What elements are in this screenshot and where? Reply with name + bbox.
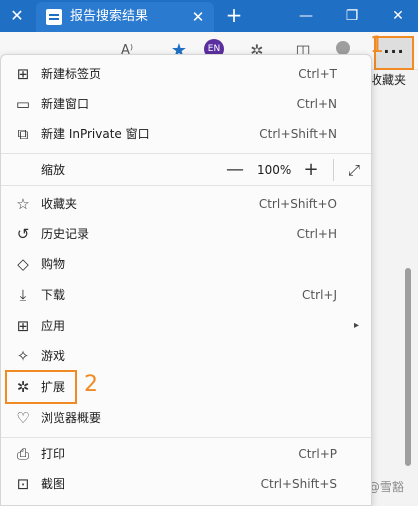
fullscreen-icon[interactable]: ⤢ <box>343 159 365 181</box>
page-content <box>372 90 418 506</box>
menu-shortcut: Ctrl+T <box>298 67 337 81</box>
menu-item-history[interactable]: ↺ 历史记录 Ctrl+H <box>1 219 371 249</box>
menu-divider <box>1 437 371 438</box>
title-bar: ✕ 报告搜索结果 ✕ + — ❐ ✕ <box>0 0 418 32</box>
new-window-icon: ▭ <box>15 95 31 113</box>
menu-item-print[interactable]: ⎙ 打印 Ctrl+P <box>1 439 371 469</box>
menu-label: 历史记录 <box>41 227 90 241</box>
tab-close-icon[interactable]: ✕ <box>188 7 208 27</box>
menu-label: 浏览器概要 <box>41 411 102 425</box>
zoom-out-button[interactable]: — <box>223 158 247 182</box>
menu-shortcut: Ctrl+Shift+N <box>259 127 337 141</box>
menu-item-games[interactable]: ✧ 游戏 <box>1 341 371 371</box>
new-tab-icon: ⊞ <box>16 65 30 83</box>
annotation-number-2: 2 <box>84 372 98 397</box>
menu-item-new-tab[interactable]: ⊞ 新建标签页 Ctrl+T <box>1 59 371 89</box>
zoom-label: 缩放 <box>41 163 66 177</box>
report-favicon-icon <box>46 9 62 25</box>
settings-menu: ⊞ 新建标签页 Ctrl+T ▭ 新建窗口 Ctrl+N ⧉ 新建 InPriv… <box>0 54 372 506</box>
menu-label: 下载 <box>41 288 66 302</box>
menu-shortcut: Ctrl+J <box>302 288 337 302</box>
tab-title: 报告搜索结果 <box>70 9 149 24</box>
menu-divider <box>1 185 371 186</box>
menu-divider <box>1 153 371 154</box>
zoom-value: 100% <box>257 163 292 177</box>
menu-shortcut: Ctrl+Shift+S <box>260 477 337 491</box>
menu-label: 新建窗口 <box>41 97 90 111</box>
menu-label: 打印 <box>41 447 66 461</box>
download-icon: ⤓ <box>19 286 27 304</box>
menu-item-zoom: 缩放 — 100% + ⤢ <box>1 155 371 183</box>
menu-item-browser-essentials[interactable]: ♡ 浏览器概要 <box>1 403 371 433</box>
print-icon: ⎙ <box>16 445 29 463</box>
annotation-number-1: 1 <box>370 33 384 58</box>
close-tab-icon[interactable]: ✕ <box>6 5 28 27</box>
menu-label: 收藏夹 <box>41 197 78 211</box>
menu-label: 新建 InPrivate 窗口 <box>41 127 150 141</box>
menu-label: 游戏 <box>41 349 66 363</box>
menu-shortcut: Ctrl+N <box>296 97 337 111</box>
submenu-arrow-icon: ▸ <box>353 320 359 331</box>
menu-shortcut: Ctrl+Shift+O <box>258 197 337 211</box>
apps-icon: ⊞ <box>16 317 30 335</box>
menu-item-new-window[interactable]: ▭ 新建窗口 Ctrl+N <box>1 89 371 119</box>
menu-shortcut: Ctrl+H <box>296 227 337 241</box>
inprivate-icon: ⧉ <box>17 125 29 143</box>
favorites-bar-label[interactable]: 收藏夹 <box>370 70 418 90</box>
menu-label: 购物 <box>41 257 66 271</box>
minimize-icon[interactable]: — <box>294 4 318 28</box>
shopping-tag-icon: ◇ <box>17 255 29 273</box>
menu-item-favorites[interactable]: ☆ 收藏夹 Ctrl+Shift+O <box>1 189 371 219</box>
menu-item-screenshot[interactable]: ⊡ 截图 Ctrl+Shift+S <box>1 469 371 499</box>
zoom-divider <box>333 159 334 181</box>
scrollbar-thumb[interactable] <box>405 268 411 466</box>
history-icon: ↺ <box>16 225 30 243</box>
tab-active[interactable]: 报告搜索结果 ✕ <box>36 2 214 32</box>
annotation-highlight-extensions <box>5 370 77 404</box>
favorites-star-icon: ☆ <box>16 195 30 213</box>
restore-icon[interactable]: ❐ <box>340 4 364 28</box>
profile-avatar[interactable] <box>336 41 350 55</box>
screenshot-icon: ⊡ <box>16 475 30 493</box>
zoom-in-button[interactable]: + <box>299 158 323 182</box>
menu-label: 应用 <box>41 319 66 333</box>
menu-item-shopping[interactable]: ◇ 购物 <box>1 249 371 279</box>
menu-item-downloads[interactable]: ⤓ 下载 Ctrl+J <box>1 280 371 310</box>
menu-label: 截图 <box>41 477 66 491</box>
menu-shortcut: Ctrl+P <box>298 447 337 461</box>
menu-label: 新建标签页 <box>41 67 102 81</box>
menu-item-apps[interactable]: ⊞ 应用 ▸ <box>1 311 371 341</box>
new-tab-icon[interactable]: + <box>222 4 246 28</box>
window-close-icon[interactable]: ✕ <box>386 4 410 28</box>
browser-essentials-heart-icon: ♡ <box>16 409 30 427</box>
games-icon: ✧ <box>16 347 30 365</box>
menu-item-new-inprivate[interactable]: ⧉ 新建 InPrivate 窗口 Ctrl+Shift+N <box>1 119 371 149</box>
